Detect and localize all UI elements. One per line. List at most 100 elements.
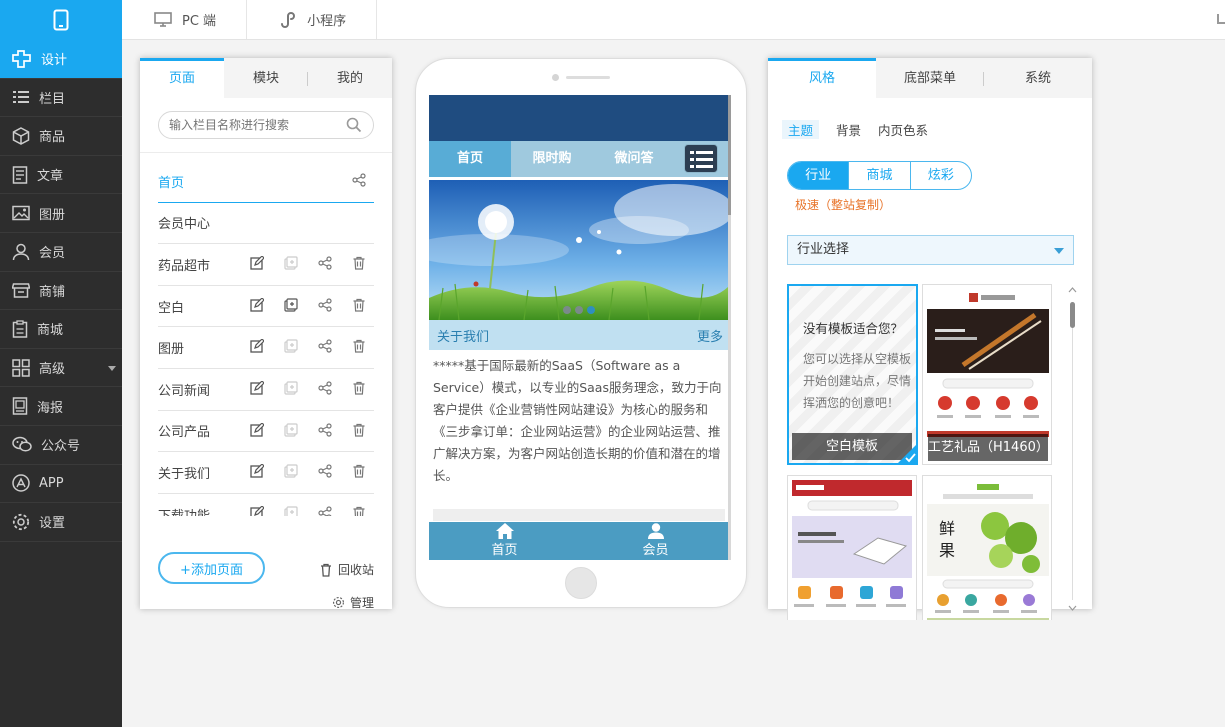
- recycle-bin-button[interactable]: 回收站: [320, 561, 374, 578]
- trash-icon[interactable]: [342, 381, 366, 395]
- tab-bottom-menu[interactable]: 底部菜单: [876, 58, 984, 98]
- trash-icon[interactable]: [342, 464, 366, 478]
- copy-icon[interactable]: [274, 298, 298, 312]
- search-icon[interactable]: [346, 117, 362, 133]
- preview-nav-flash-sale[interactable]: 限时购: [511, 141, 593, 177]
- mobile-device-toggle[interactable]: [0, 0, 122, 40]
- preview-header[interactable]: [429, 95, 731, 141]
- page-list-item[interactable]: 会员中心: [158, 203, 374, 245]
- speed-copy-link[interactable]: 极速（整站复制）: [795, 196, 891, 213]
- recycle-bin-label: 回收站: [338, 563, 375, 577]
- subtab-inner-color[interactable]: 内页色系: [878, 120, 928, 139]
- template-fresh-fruit[interactable]: 鲜 果: [922, 475, 1052, 620]
- box-icon: [12, 127, 39, 145]
- footer-member[interactable]: 会员: [580, 522, 731, 560]
- search-input[interactable]: [158, 111, 374, 139]
- add-page-button[interactable]: +添加页面: [158, 552, 265, 584]
- trash-icon[interactable]: [342, 339, 366, 353]
- sidebar-item-2[interactable]: 商品: [0, 117, 122, 156]
- edit-icon[interactable]: [240, 297, 264, 312]
- window-corner-icon[interactable]: [1217, 14, 1225, 24]
- tab-pc[interactable]: PC 端: [122, 0, 248, 39]
- edit-icon[interactable]: [240, 256, 264, 270]
- home-icon: [495, 523, 514, 539]
- about-title[interactable]: 关于我们: [437, 326, 489, 345]
- banner-image[interactable]: [429, 180, 731, 320]
- edit-icon[interactable]: [240, 339, 264, 354]
- template-gift[interactable]: 工艺礼品（H1460）: [922, 284, 1052, 465]
- trash-icon[interactable]: [342, 256, 366, 270]
- page-list-item[interactable]: 公司产品: [158, 411, 374, 453]
- manage-button[interactable]: 管理: [332, 594, 374, 611]
- edit-icon[interactable]: [240, 380, 264, 395]
- about-more-link[interactable]: 更多: [697, 326, 723, 345]
- copy-icon[interactable]: [274, 422, 298, 437]
- template-blank[interactable]: 没有模板适合您？ 您可以选择从空模板开始创建站点，尽情挥洒您的创意吧！ 空白模板: [787, 284, 918, 465]
- sidebar-item-3[interactable]: 文章: [0, 156, 122, 195]
- sidebar-item-10[interactable]: 公众号: [0, 426, 122, 465]
- share-icon[interactable]: [308, 381, 332, 395]
- share-icon[interactable]: [308, 422, 332, 437]
- pill-industry[interactable]: 行业: [788, 162, 850, 189]
- tab-modules[interactable]: 模块: [224, 58, 308, 98]
- copy-icon[interactable]: [274, 506, 298, 516]
- template-scrollbar[interactable]: [1068, 284, 1077, 614]
- share-icon[interactable]: [308, 256, 332, 270]
- tab-system[interactable]: 系统: [984, 58, 1092, 98]
- pill-mall[interactable]: 商城: [849, 162, 911, 189]
- trash-icon[interactable]: [342, 506, 366, 516]
- tab-pages[interactable]: 页面: [140, 58, 224, 98]
- edit-icon[interactable]: [240, 422, 264, 437]
- share-icon[interactable]: [308, 464, 332, 478]
- sidebar-item-9[interactable]: 海报: [0, 387, 122, 426]
- preview-screen[interactable]: 首页 限时购 微问答 关于我们 更多 *****基于国际最新的SaaS（Soft…: [429, 95, 731, 560]
- tab-mini-program[interactable]: 小程序: [247, 0, 378, 39]
- industry-select[interactable]: 行业选择: [787, 235, 1074, 265]
- edit-icon[interactable]: [240, 505, 264, 516]
- sidebar-item-12[interactable]: 设置: [0, 503, 122, 542]
- share-icon[interactable]: [308, 298, 332, 312]
- preview-scrollbar[interactable]: [728, 95, 731, 560]
- trash-icon[interactable]: [342, 423, 366, 437]
- copy-icon[interactable]: [274, 381, 298, 395]
- tab-style[interactable]: 风格: [768, 58, 876, 98]
- preview-nav-home[interactable]: 首页: [429, 141, 511, 177]
- banner-dots[interactable]: [563, 306, 599, 314]
- share-icon[interactable]: [308, 339, 332, 353]
- footer-home[interactable]: 首页: [429, 522, 580, 560]
- page-list-item[interactable]: 首页: [158, 161, 374, 203]
- menu-icon[interactable]: [684, 144, 718, 173]
- page-list-item[interactable]: 公司新闻: [158, 369, 374, 411]
- trash-icon[interactable]: [342, 298, 366, 312]
- copy-icon[interactable]: [274, 256, 298, 270]
- copy-icon[interactable]: [274, 339, 298, 353]
- page-list-item[interactable]: 关于我们: [158, 452, 374, 494]
- page-actions: [230, 339, 366, 354]
- template-office[interactable]: [787, 475, 917, 620]
- sidebar-item-1[interactable]: 栏目: [0, 79, 122, 118]
- pill-colorful[interactable]: 炫彩: [911, 162, 971, 189]
- page-list-item[interactable]: 空白: [158, 286, 374, 328]
- sidebar-item-7[interactable]: 商城: [0, 310, 122, 349]
- share-icon[interactable]: [308, 506, 332, 516]
- sidebar-item-8[interactable]: 高级: [0, 349, 122, 388]
- sidebar-item-11[interactable]: APP: [0, 465, 122, 504]
- page-list-item[interactable]: 药品超市: [158, 244, 374, 286]
- sidebar-item-5[interactable]: 会员: [0, 233, 122, 272]
- sidebar-item-6[interactable]: 商铺: [0, 272, 122, 311]
- subtab-theme[interactable]: 主题: [782, 120, 820, 139]
- page-actions: [230, 297, 366, 312]
- copy-icon[interactable]: [274, 464, 298, 478]
- page-name: 公司产品: [158, 425, 211, 441]
- tab-mine[interactable]: 我的: [308, 58, 392, 98]
- sidebar-item-label: 设计: [41, 53, 68, 69]
- sidebar-item-0[interactable]: 设计: [0, 40, 122, 79]
- subtab-background[interactable]: 背景: [836, 120, 861, 139]
- grid-icon: [12, 358, 39, 377]
- sidebar-item-4[interactable]: 图册: [0, 194, 122, 233]
- preview-nav-qa[interactable]: 微问答: [593, 141, 675, 177]
- share-icon[interactable]: [342, 173, 366, 187]
- page-list-item[interactable]: 下载功能: [158, 494, 374, 516]
- page-list-item[interactable]: 图册: [158, 327, 374, 369]
- edit-icon[interactable]: [240, 464, 264, 478]
